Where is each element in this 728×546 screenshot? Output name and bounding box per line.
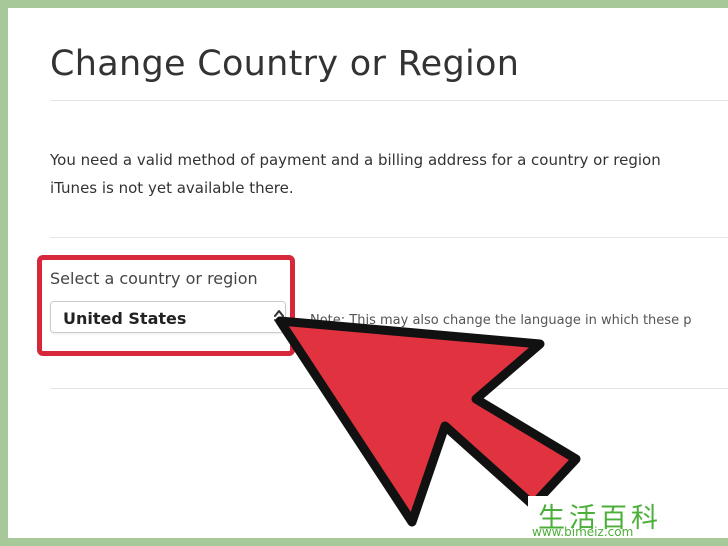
page-panel: Change Country or Region You need a vali… (8, 8, 728, 538)
big-red-arrow-icon (275, 316, 581, 527)
watermark-url: www.bimeiz.com (532, 525, 634, 538)
watermark: 生活百科 www.bimeiz.com (528, 496, 728, 538)
